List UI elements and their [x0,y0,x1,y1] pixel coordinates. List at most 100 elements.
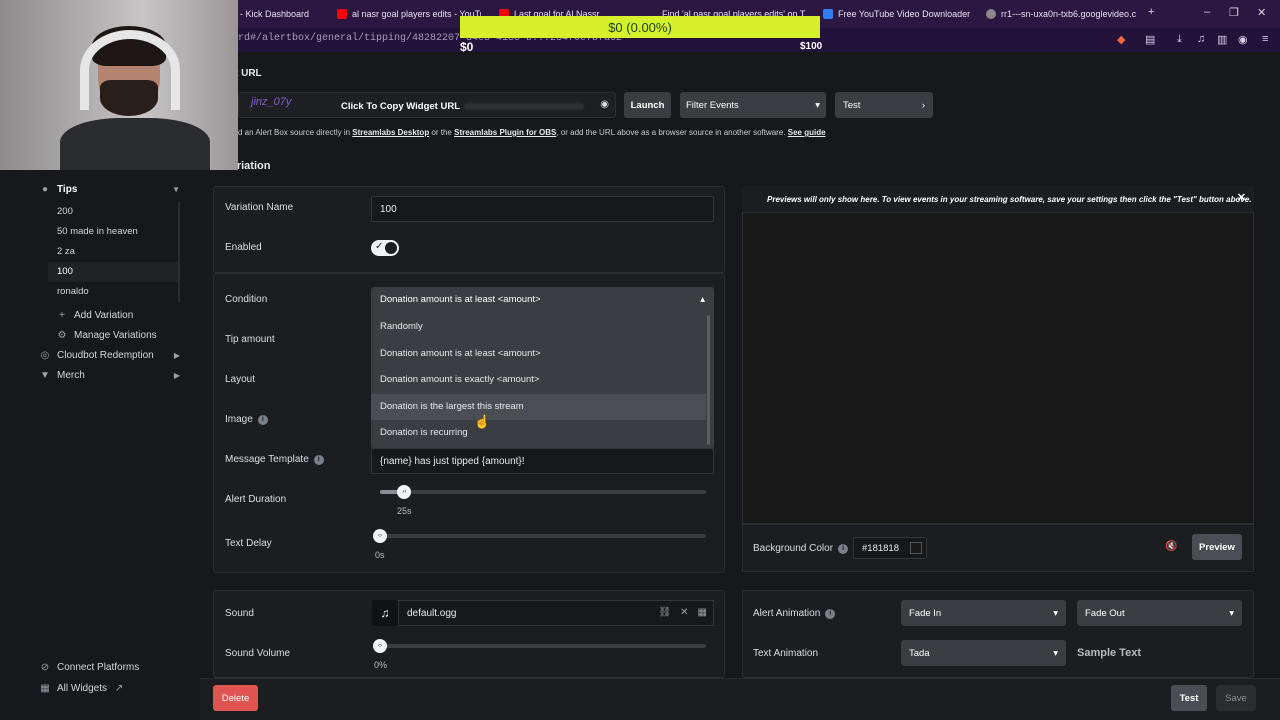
goal-min: $0 [460,40,474,54]
info-icon[interactable]: i [257,414,268,425]
message-template-input[interactable]: {name} has just tipped {amount}! [371,448,714,474]
test-dropdown-button[interactable]: Test › [835,92,933,118]
info-icon[interactable]: i [838,543,849,554]
test-button[interactable]: Test [1171,685,1207,711]
sound-volume-value: 0% [374,660,388,670]
sound-file-input[interactable]: default.ogg ⛓ ✕ ▦ [398,600,714,626]
preview-canvas [742,212,1254,524]
new-tab-icon[interactable]: + [1148,6,1154,18]
condition-option[interactable]: Donation amount is at least <amount> [371,341,706,368]
slider-handle[interactable]: ‹› [373,529,387,543]
clear-icon[interactable]: ✕ [680,607,688,618]
variation-name-input[interactable]: 100 [371,196,714,222]
caret-right-icon: ▶ [173,371,180,380]
cloudbot-icon: ◎ [40,349,50,361]
alert-duration-slider[interactable]: ‹› [380,485,706,499]
mute-icon[interactable]: 🔇 [1165,541,1177,552]
variation-list-item[interactable]: 50 made in heaven [48,222,178,242]
caret-down-icon: ▾ [1053,607,1058,619]
widget-url-title: t URL [235,68,262,79]
goal-max: $100 [800,41,823,52]
add-variation-button[interactable]: + Add Variation [57,310,133,321]
slider-handle[interactable]: ‹› [373,639,387,653]
streamlabs-desktop-link[interactable]: Streamlabs Desktop [352,128,429,137]
text-delay-label: Text Delay [225,538,272,549]
headset-icon [80,30,180,110]
sidebar-item-merch[interactable]: ▼ Merch ▶ [40,370,180,381]
obs-plugin-link[interactable]: Streamlabs Plugin for OBS [454,128,556,137]
eye-icon[interactable]: ◉ [600,99,609,110]
close-window-icon[interactable]: ✕ [1257,6,1266,19]
plus-icon: + [59,309,65,321]
check-icon: ✓ [375,241,384,252]
info-icon[interactable]: i [825,608,836,619]
shirt-icon: ▼ [40,369,50,381]
alert-animation-out-select[interactable]: Fade Out ▾ [1077,600,1242,626]
all-widgets-link[interactable]: ▦ All Widgets ↗ [40,683,124,694]
donation-goal-bar: $0 (0.00%) [460,16,820,38]
sidebar-item-cloudbot[interactable]: ◎ Cloudbot Redemption ▶ [40,350,180,361]
variation-name-label: Variation Name [225,202,294,213]
caret-down-icon: ▼ [172,185,180,194]
menu-icon[interactable]: ≡ [1262,33,1268,45]
caret-right-icon: ▶ [173,351,180,360]
sidebar-item-tips[interactable]: ● Tips ▼ [40,184,180,195]
grid-icon: ▦ [40,682,50,694]
maximize-icon[interactable]: ❐ [1229,6,1239,19]
mouse-cursor-icon: ☝ [474,414,491,429]
text-delay-value: 0s [375,550,385,560]
save-button[interactable]: Save [1216,685,1256,711]
text-animation-label: Text Animation [753,648,819,659]
text-delay-slider[interactable]: ‹› [373,529,706,543]
enabled-label: Enabled [225,242,262,253]
text-animation-select[interactable]: Tada ▾ [901,640,1066,666]
filter-events-select[interactable]: Filter Events ▾ [680,92,826,118]
dropdown-scrollbar[interactable] [707,315,710,445]
connect-platforms-link[interactable]: ⊘ Connect Platforms [40,662,139,673]
see-guide-link[interactable]: See guide [788,128,826,137]
condition-option[interactable]: Randomly [371,314,706,341]
profile-icon[interactable]: ◉ [1238,33,1248,46]
alert-duration-label: Alert Duration [225,494,287,505]
info-icon[interactable]: i [313,454,324,465]
downloader-icon [823,9,833,19]
browser-tab[interactable]: Free YouTube Video Downloader [823,7,973,21]
music-note-icon: ♫ [372,600,398,626]
widget-url-box[interactable]: jinz_07y Click To Copy Widget URL ◉ [238,92,616,118]
condition-option[interactable]: Donation amount is exactly <amount> [371,367,706,394]
preview-button[interactable]: Preview [1192,534,1242,560]
brave-shield-icon[interactable]: ◆ [1117,33,1125,46]
browser-tab[interactable]: rr1---sn-uxa0n-txb6.googlevideo.co [986,7,1136,21]
background-color-input[interactable]: #181818 [853,537,927,559]
variation-list-item[interactable]: 100 [48,262,178,282]
browser-tab[interactable]: - Kick Dashboard [240,7,330,21]
condition-select[interactable]: Donation amount is at least <amount> ▴ [371,287,714,312]
chevron-right-icon: › [921,99,925,111]
link-icon[interactable]: ⛓ [658,607,671,618]
footer-bar [200,678,1280,720]
delete-button[interactable]: Delete [213,685,258,711]
variation-list-item[interactable]: 2 za [48,242,178,262]
download-icon[interactable]: ⤓ [1177,33,1182,46]
youtube-icon [337,9,347,19]
sound-volume-slider[interactable]: ‹› [373,639,706,653]
variation-list-item[interactable]: ronaldo [48,282,178,302]
manage-variations-button[interactable]: ⚙ Manage Variations [57,330,157,341]
grid-icon[interactable]: ▦ [698,607,707,618]
minimize-icon[interactable]: – [1204,6,1210,18]
sound-volume-label: Sound Volume [225,648,291,659]
close-icon[interactable]: ✕ [1237,191,1246,204]
reader-icon[interactable]: ▤ [1145,33,1155,46]
enabled-toggle[interactable]: ✓ [371,240,399,256]
variation-list-item[interactable]: 200 [48,202,178,222]
condition-option[interactable]: Donation is the largest this stream [371,393,706,421]
color-swatch[interactable] [910,542,922,554]
launch-button[interactable]: Launch [624,92,671,118]
sidebar-toggle-icon[interactable]: ▥ [1217,33,1227,46]
widget-help-text: d an Alert Box source directly in Stream… [238,128,826,137]
message-template-label: Message Template i [225,454,324,465]
image-label: Image i [225,414,268,425]
alert-animation-in-select[interactable]: Fade In ▾ [901,600,1066,626]
condition-option[interactable]: Donation is recurring [371,420,706,447]
music-icon[interactable]: ♫ [1197,33,1205,45]
